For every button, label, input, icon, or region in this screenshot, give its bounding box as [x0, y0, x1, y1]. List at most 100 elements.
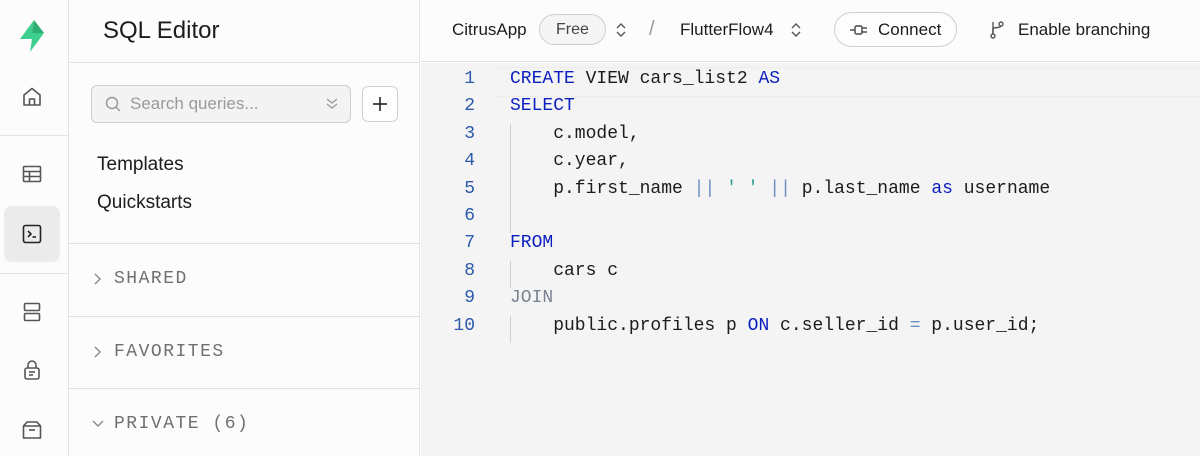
code-token: p.first_name: [510, 178, 694, 199]
code-line[interactable]: 10 public.profiles p ON c.seller_id = p.…: [421, 316, 1200, 343]
code-token: =: [909, 315, 921, 336]
section-label: PRIVATE (6): [114, 414, 250, 434]
section-private[interactable]: PRIVATE (6): [69, 388, 420, 456]
code-line[interactable]: 2 SELECT: [421, 96, 1200, 123]
rail-item-table-editor[interactable]: [4, 146, 60, 202]
code-text: c.model,: [510, 123, 640, 144]
chevrons-up-down-icon[interactable]: [614, 21, 628, 39]
code-text: p.first_name || ' ' || p.last_name as us…: [510, 179, 1050, 199]
code-line[interactable]: 8 cars c: [421, 261, 1200, 288]
sql-editor-icon: [22, 224, 42, 244]
plug-icon: [850, 24, 867, 35]
database-icon: [23, 302, 41, 322]
section-label: FAVORITES: [114, 342, 225, 362]
rail-item-database[interactable]: [4, 284, 60, 340]
enable-branching-button[interactable]: Enable branching: [1018, 20, 1150, 40]
rail-divider: [0, 273, 69, 274]
code-token: c.seller_id: [769, 315, 910, 336]
rail-item-home[interactable]: [4, 69, 60, 125]
line-number: 1: [464, 69, 475, 89]
code-token: ' ': [726, 178, 759, 199]
connect-button[interactable]: Connect: [834, 12, 957, 47]
page-title: SQL Editor: [103, 17, 220, 44]
auth-lock-icon: [24, 360, 40, 380]
search-icon: [105, 96, 121, 112]
line-number: 9: [464, 288, 475, 309]
rail-item-storage[interactable]: [4, 402, 60, 456]
code-line[interactable]: 4 c.year,: [421, 151, 1200, 178]
section-label: SHARED: [114, 269, 188, 289]
indent-guide: [510, 123, 511, 234]
rail-item-sql-editor[interactable]: [4, 206, 60, 262]
indent-guide: [510, 315, 511, 343]
code-token: cars c: [510, 260, 619, 281]
chevrons-down-icon[interactable]: [324, 96, 340, 112]
breadcrumb-separator: /: [649, 18, 655, 40]
code-token: username: [952, 178, 1051, 199]
code-line[interactable]: 5 p.first_name || ' ' || p.last_name as …: [421, 179, 1200, 206]
code-line[interactable]: 6: [421, 206, 1200, 233]
section-shared[interactable]: SHARED: [69, 243, 420, 315]
org-selector[interactable]: CitrusApp: [452, 20, 527, 40]
code-token: FROM: [510, 233, 554, 254]
table-editor-icon: [22, 165, 42, 183]
code-token: CREATE: [510, 69, 575, 89]
quickstarts-link[interactable]: Quickstarts: [97, 192, 192, 214]
indent-guide: [510, 260, 511, 289]
code-token: ON: [747, 315, 770, 336]
code-token: AS: [758, 69, 781, 89]
code-token: c.model,: [510, 123, 640, 144]
code-line[interactable]: 9 JOIN: [421, 288, 1200, 315]
code-token: public.profiles p: [510, 315, 748, 336]
git-branch-icon: [990, 21, 1004, 39]
code-text: FROM: [510, 233, 553, 253]
templates-link[interactable]: Templates: [97, 154, 184, 176]
plus-icon: [373, 97, 387, 111]
line-number: 7: [464, 233, 475, 254]
chevron-right-icon: [94, 273, 101, 285]
code-text: CREATE VIEW cars_list2 AS: [510, 69, 780, 89]
home-icon: [23, 87, 41, 106]
code-line[interactable]: 3 c.model,: [421, 124, 1200, 151]
code-token: ||: [769, 178, 791, 199]
top-bar: CitrusApp Free / FlutterFlow4 Connect En…: [421, 0, 1200, 62]
code-token: SELECT: [510, 96, 575, 117]
code-token: ||: [693, 178, 716, 199]
code-token: VIEW cars_list2: [574, 69, 759, 89]
new-query-button[interactable]: [362, 86, 398, 122]
section-favorites[interactable]: FAVORITES: [69, 316, 420, 388]
code-token: p.last_name: [790, 178, 932, 199]
rail-item-authentication[interactable]: [4, 342, 60, 398]
chevron-down-icon: [92, 420, 104, 427]
nav-rail: [0, 0, 69, 456]
sql-sidebar: SQL Editor Templates Quickstarts SHARED …: [69, 0, 420, 456]
header-divider: [69, 62, 420, 63]
plan-badge: Free: [539, 14, 606, 45]
code-token: c.year,: [510, 151, 629, 172]
code-text: JOIN: [510, 288, 553, 308]
code-token: as: [931, 178, 953, 199]
line-number: 6: [464, 206, 475, 226]
code-token: p.user_id;: [920, 315, 1040, 336]
line-number: 8: [464, 260, 475, 281]
chevrons-up-down-icon[interactable]: [789, 21, 803, 39]
search-input[interactable]: [130, 94, 320, 114]
line-number: 3: [464, 123, 475, 144]
code-editor[interactable]: 1 CREATE VIEW cars_list2 AS 2 SELECT 3 c.mod…: [421, 63, 1200, 456]
code-text: c.year,: [510, 151, 629, 171]
search-box[interactable]: [91, 85, 351, 123]
rail-divider: [0, 135, 69, 136]
code-line[interactable]: 7 FROM: [421, 233, 1200, 260]
connect-label: Connect: [878, 19, 942, 39]
line-number: 5: [464, 178, 475, 199]
code-text: public.profiles p ON c.seller_id = p.use…: [510, 316, 1039, 336]
storage-icon: [22, 421, 42, 439]
chevron-right-icon: [94, 346, 101, 358]
code-line[interactable]: 1 CREATE VIEW cars_list2 AS: [421, 69, 1200, 96]
code-text: SELECT: [510, 96, 575, 116]
project-selector[interactable]: FlutterFlow4: [680, 20, 774, 40]
code-text: cars c: [510, 261, 618, 281]
supabase-logo-icon[interactable]: [14, 18, 50, 54]
